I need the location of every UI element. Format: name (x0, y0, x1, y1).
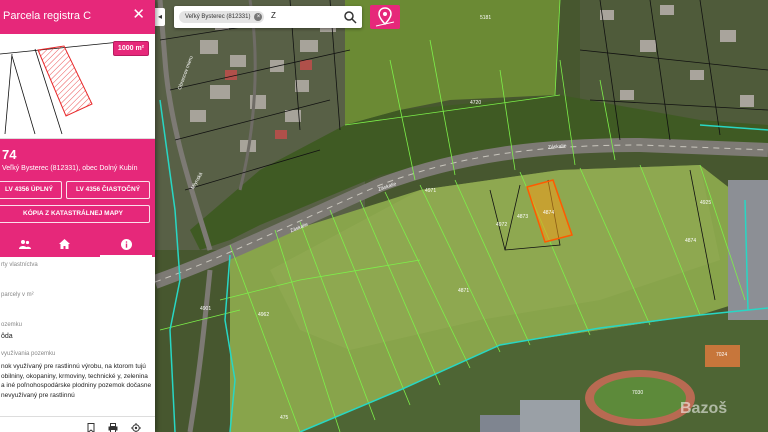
map-pin-icon (375, 7, 395, 27)
lv-partial-button[interactable]: LV 4356 ČIASTOČNÝ (66, 181, 150, 199)
cadastral-map-copy-button[interactable]: KÓPIA Z KATASTRÁLNEJ MAPY (0, 205, 150, 223)
people-icon (19, 240, 31, 249)
print-icon[interactable] (108, 420, 118, 432)
parcel-label: 4873 (517, 214, 529, 220)
parcel-label: 4972 (496, 222, 508, 228)
parcel-label: 5181 (480, 15, 492, 21)
parcel-label: 4925 (700, 200, 712, 206)
parcel-label: 7024 (716, 352, 728, 358)
close-icon[interactable]: ✕ (132, 7, 145, 22)
parcel-label: 4874 (685, 238, 697, 244)
parcel-preview: 1000 m² (0, 34, 155, 139)
collapse-panel-button[interactable]: ◂ (155, 8, 165, 26)
chip-remove-icon[interactable]: × (254, 13, 263, 21)
parcel-number: 74 (2, 147, 17, 162)
parcel-label: 4971 (425, 188, 437, 194)
parcel-details: rty vlastníctva parcely v m² ozemku ôda … (0, 256, 155, 406)
parcel-panel: Parcela registra C ✕ 1000 m² 74 Veľký By… (0, 0, 155, 432)
info-icon (120, 238, 132, 250)
cadastral-area-chip[interactable]: Veľký Bysterec (812331) × (179, 11, 265, 23)
panel-tabs (0, 233, 155, 257)
tab-info[interactable] (100, 233, 152, 257)
parcel-info: 74 Veľký Bysterec (812331), obec Dolný K… (0, 139, 155, 257)
panel-header: Parcela registra C ✕ (0, 0, 155, 34)
panel-title: Parcela registra C (3, 10, 92, 22)
search-bar[interactable]: Veľký Bysterec (812331) × Z (174, 6, 362, 28)
lv-full-button[interactable]: LV 4356 ÚPLNÝ (0, 181, 62, 199)
locate-icon[interactable] (131, 420, 141, 432)
panel-footer (0, 416, 155, 432)
search-icon[interactable] (343, 10, 357, 24)
parcel-label: 7030 (632, 390, 644, 396)
parcel-label: 4901 (200, 306, 212, 312)
parcel-label: 4874 (543, 210, 555, 216)
area-label: parcely v m² (1, 292, 34, 298)
watermark: Bazoš (680, 400, 728, 417)
land-type-value: ôda (1, 333, 13, 340)
parcel-label: 4962 (258, 312, 270, 318)
usage-label: využívania pozemku (1, 351, 56, 357)
parcel-label: 475 (280, 415, 289, 421)
location-pin-button[interactable] (370, 5, 400, 29)
chip-label: Veľký Bysterec (812331) (185, 14, 251, 20)
parcel-label: 4871 (458, 288, 470, 294)
parcel-location: Veľký Bysterec (812331), obec Dolný Kubí… (2, 165, 138, 172)
usage-text: nok využívaný pre rastlinnú výrobu, na k… (1, 363, 152, 399)
bookmark-icon[interactable] (86, 420, 96, 432)
search-input[interactable]: Z (271, 11, 276, 20)
home-icon (58, 239, 70, 249)
tab-home[interactable] (38, 233, 90, 255)
area-badge: 1000 m² (112, 41, 149, 56)
parcel-label: 4720 (470, 100, 482, 106)
land-type-label: ozemku (1, 322, 23, 328)
owners-label: rty vlastníctva (1, 262, 38, 268)
